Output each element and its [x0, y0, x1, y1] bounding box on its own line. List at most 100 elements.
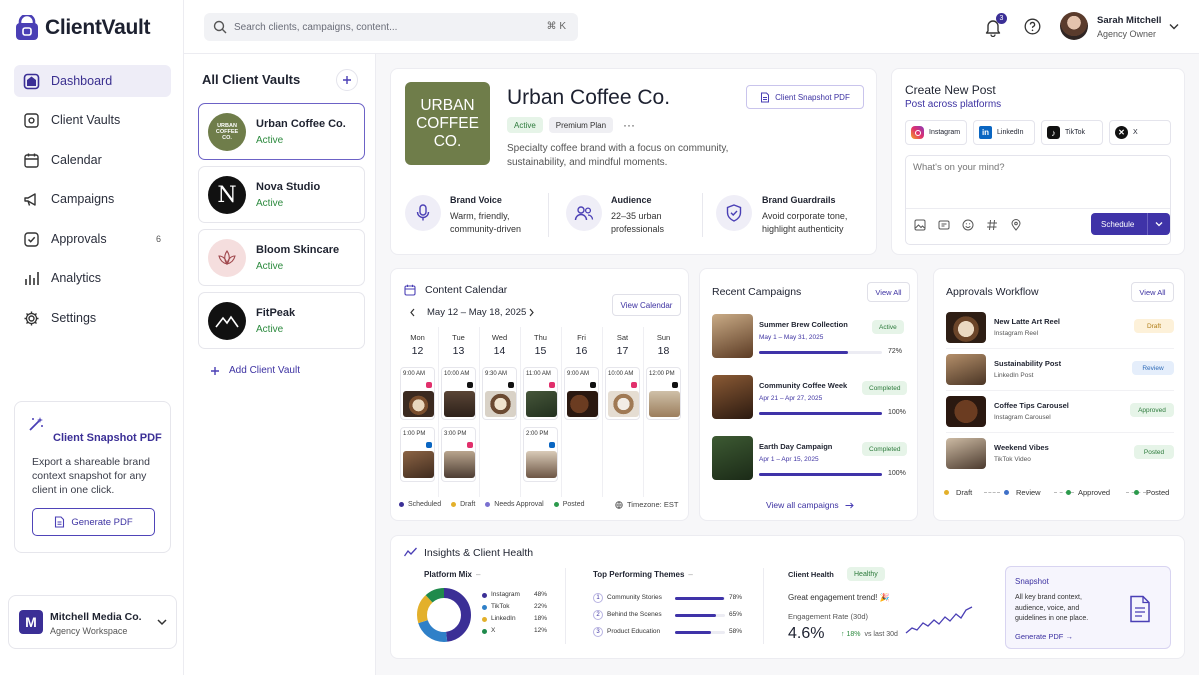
platform-x[interactable]: ✕ X [1109, 120, 1171, 145]
approval-thumbnail [946, 396, 986, 427]
platform-instagram[interactable]: Instagram [905, 120, 967, 145]
client-snapshot-pdf-button[interactable]: Client Snapshot PDF [746, 85, 864, 109]
approvals-workflow-card: Approvals Workflow View All New Latte Ar… [933, 268, 1185, 521]
location-pin-icon[interactable] [1010, 219, 1022, 231]
vault-card-bloom-skincare[interactable]: Bloom Skincare Active [198, 229, 365, 286]
snapshot-mini-card: Snapshot All key brand context, audience… [1005, 566, 1171, 649]
search-input[interactable] [234, 13, 534, 41]
view-calendar-button[interactable]: View Calendar [612, 294, 681, 316]
sidebar-item-dashboard[interactable]: Dashboard [14, 65, 171, 97]
calendar-post[interactable]: 10:00 AM [441, 367, 476, 420]
workspace-switcher[interactable]: M Mitchell Media Co. Agency Workspace [8, 595, 177, 649]
campaign-thumbnail [712, 375, 753, 419]
vault-card-nova-studio[interactable]: N Nova Studio Active [198, 166, 365, 223]
campaign-row[interactable]: Summer Brew Collection May 1 – May 31, 20… [700, 312, 919, 370]
emoji-icon[interactable] [962, 219, 974, 231]
schedule-button[interactable]: Schedule [1091, 213, 1170, 235]
calendar-icon [24, 153, 39, 168]
step-label: Approved [1078, 488, 1111, 497]
sidebar-item-label: Client Vaults [51, 113, 121, 127]
hashtag-icon[interactable] [986, 219, 998, 231]
calendar-day-number: 12 [411, 345, 424, 357]
platform-icon [631, 382, 637, 388]
approval-row[interactable]: Coffee Tips Carousel Instagram Carousel Ap… [934, 394, 1186, 434]
top-bar: ⌘ K 3 Sarah Mitchell Agency Owner [184, 0, 1199, 54]
calendar-post[interactable]: 3:00 PM [441, 427, 476, 482]
sidebar-item-approvals[interactable]: Approvals 6 [14, 223, 171, 255]
timezone-label: Timezone: EST [615, 500, 678, 509]
platform-tiktok[interactable]: ♪ TikTok [1041, 120, 1103, 145]
sidebar-item-analytics[interactable]: Analytics [14, 262, 171, 294]
post-time: 9:00 AM [567, 371, 590, 377]
view-all-campaigns-link[interactable]: View all campaigns [766, 500, 854, 510]
snapshot-generate-pdf-link[interactable]: Generate PDF → [1015, 632, 1073, 641]
vault-card-fitpeak[interactable]: FitPeak Active [198, 292, 365, 349]
campaigns-view-all-button[interactable]: View All [867, 282, 910, 302]
search-bar[interactable]: ⌘ K [204, 13, 578, 41]
platform-mix-legend-item: X 12% [482, 627, 552, 637]
app-logo[interactable]: ClientVault [15, 15, 151, 41]
client-overview-card: URBAN COFFEE CO. Urban Coffee Co. Active… [390, 68, 877, 255]
calendar-post[interactable]: 12:00 PM [646, 367, 681, 420]
theme-bar-fill [675, 614, 716, 617]
sidebar-item-client-vaults[interactable]: Client Vaults [14, 104, 171, 136]
calendar-post[interactable]: 9:30 AM [482, 367, 517, 420]
campaign-row[interactable]: Earth Day Campaign Apr 1 – Apr 15, 2025 Co… [700, 434, 919, 492]
client-logo-line: URBAN [420, 96, 475, 114]
add-vault-icon-button[interactable] [336, 69, 358, 91]
divider [565, 568, 566, 644]
image-icon[interactable] [914, 219, 926, 231]
step-label: Posted [1146, 488, 1170, 497]
approval-row[interactable]: Sustainability Post LinkedIn Post Review [934, 352, 1186, 392]
approvals-view-all-button[interactable]: View All [1131, 282, 1174, 302]
calendar-day-name: Wed [491, 333, 508, 342]
notifications-button[interactable]: 3 [984, 13, 1007, 38]
vault-status: Active [256, 261, 284, 272]
calendar-post[interactable]: 10:00 AM [605, 367, 640, 420]
sidebar-item-campaigns[interactable]: Campaigns [14, 183, 171, 215]
workspace-name: Mitchell Media Co. [50, 611, 142, 623]
step-label: Draft [956, 488, 973, 497]
user-menu[interactable]: Sarah Mitchell Agency Owner [1060, 12, 1190, 42]
calendar-post[interactable]: 2:00 PM [523, 427, 558, 482]
user-role: Agency Owner [1097, 29, 1157, 39]
generate-pdf-button[interactable]: Generate PDF [32, 508, 155, 536]
client-description: Specialty coffee brand with a focus on c… [507, 143, 729, 168]
help-button[interactable] [1024, 18, 1042, 36]
trend-line-icon [404, 547, 417, 557]
platform-icon [672, 382, 678, 388]
brand-voice-text: Warm, friendly, community-driven [450, 211, 522, 234]
gif-icon[interactable] [938, 219, 950, 231]
chevron-down-icon[interactable] [1155, 221, 1163, 227]
campaign-progress-track [759, 473, 882, 476]
calendar-post[interactable]: 11:00 AM [523, 367, 558, 420]
sidebar-item-calendar[interactable]: Calendar [14, 144, 171, 176]
calendar-post[interactable]: 9:00 AM [400, 367, 435, 420]
snapshot-promo-card: Client Snapshot PDF Export a shareable b… [14, 401, 171, 553]
campaign-status-badge: Completed [862, 442, 908, 456]
add-client-vault-button[interactable]: Add Client Vault [210, 365, 300, 376]
chevron-right-icon[interactable] [528, 308, 535, 317]
vault-card-urban-coffee[interactable]: URBAN COFFEE CO. Urban Coffee Co. Active [198, 103, 365, 160]
approval-row[interactable]: Weekend Vibes TikTok Video Posted [934, 436, 1186, 476]
post-text-input[interactable] [913, 162, 1163, 202]
more-options-button[interactable]: ··· [623, 118, 635, 132]
chevron-left-icon[interactable] [409, 308, 416, 317]
platform-linkedin[interactable]: in LinkedIn [973, 120, 1035, 145]
microphone-icon [416, 204, 430, 221]
megaphone-icon [24, 192, 36, 206]
approval-name: Coffee Tips Carousel [994, 401, 1069, 410]
calendar-day-name: Fri [577, 333, 586, 342]
post-time: 9:00 AM [403, 371, 426, 377]
calendar-post[interactable]: 9:00 AM [564, 367, 599, 420]
sidebar-item-label: Dashboard [51, 74, 113, 88]
theme-row: 2 Behind the Scenes 65% [593, 610, 753, 622]
platform-mix-legend: Instagram 48% TikTok 22% LinkedIn 18% X 12% [482, 591, 552, 643]
calendar-post[interactable]: 1:00 PM [400, 427, 435, 482]
theme-name: Product Education [607, 628, 661, 635]
platform-label: Instagram [929, 129, 961, 136]
plan-badge: Premium Plan [548, 117, 614, 133]
campaign-row[interactable]: Community Coffee Week Apr 21 – Apr 27, 20… [700, 373, 919, 431]
approval-row[interactable]: New Latte Art Reel Instagram Reel Draft [934, 310, 1186, 350]
sidebar-item-settings[interactable]: Settings [14, 302, 171, 334]
